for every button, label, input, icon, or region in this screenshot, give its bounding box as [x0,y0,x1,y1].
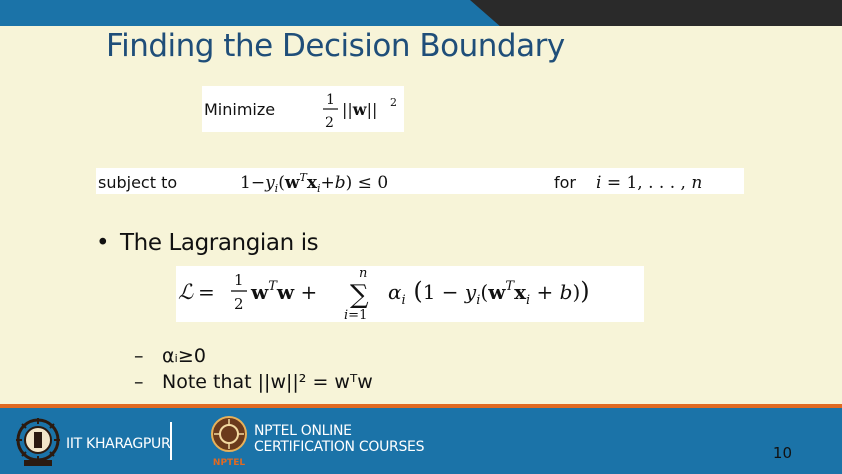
footer: IIT KHARAGPUR NPTEL NPTEL ONLINE CERTIFI… [0,408,842,474]
svg-text:ℒ: ℒ [178,280,194,304]
nptel-logo-icon: NPTEL [211,416,247,468]
svg-text:wTw +: wTw + [250,279,317,304]
dash: – [134,345,144,367]
equation-constraint: subject to 1−yi(wTxi+b) ≤ 0 for i = 1, .… [96,168,744,195]
svg-text:subject to: subject to [98,173,177,192]
subbullet-text: αᵢ≥0 [162,345,206,367]
equation-minimize: Minimize 1 2 ||w|| 2 [202,86,404,132]
svg-text:i=1: i=1 [344,308,367,322]
header-strip-dark [470,0,842,26]
footer-divider [170,422,172,460]
dash: – [134,371,144,393]
svg-text:1−yi(wTxi+b) ≤ 0: 1−yi(wTxi+b) ≤ 0 [240,171,388,194]
svg-text:i = 1, . . . , n: i = 1, . . . , n [596,173,702,193]
svg-text:Minimize: Minimize [204,100,275,119]
bullet-lagrangian: • The Lagrangian is [96,230,319,256]
bullet-text: The Lagrangian is [120,230,319,256]
svg-text:2: 2 [325,115,334,131]
subbullet-alpha: – αᵢ≥0 [134,345,206,367]
institute-name: IIT KHARAGPUR [66,436,171,452]
svg-text:n: n [359,266,367,281]
equation-lagrangian: ℒ = 1 2 wTw + n ∑ i=1 αi (1 − yi(wTxi + … [176,266,644,323]
iit-logo-icon [16,418,60,466]
svg-text:||w||: ||w|| [342,100,377,119]
svg-text:2: 2 [234,295,244,313]
bullet-dot: • [96,230,110,256]
svg-text:αi (1 − yi(wTxi + b)): αi (1 − yi(wTxi + b)) [388,277,590,308]
svg-text:1: 1 [234,271,244,289]
slide-title: Finding the Decision Boundary [106,28,565,64]
svg-text:for: for [554,173,576,192]
program-line-1: NPTEL ONLINE [254,423,352,439]
svg-text:=: = [198,280,215,304]
page-number: 10 [772,444,792,462]
svg-text:∑: ∑ [350,280,369,310]
svg-text:2: 2 [390,96,397,109]
subbullet-text: Note that ||w||² = wᵀw [162,371,373,393]
subbullet-norm: – Note that ||w||² = wᵀw [134,371,373,393]
svg-text:1: 1 [326,92,335,108]
svg-text:NPTEL: NPTEL [213,458,245,468]
program-line-2: CERTIFICATION COURSES [254,439,425,455]
